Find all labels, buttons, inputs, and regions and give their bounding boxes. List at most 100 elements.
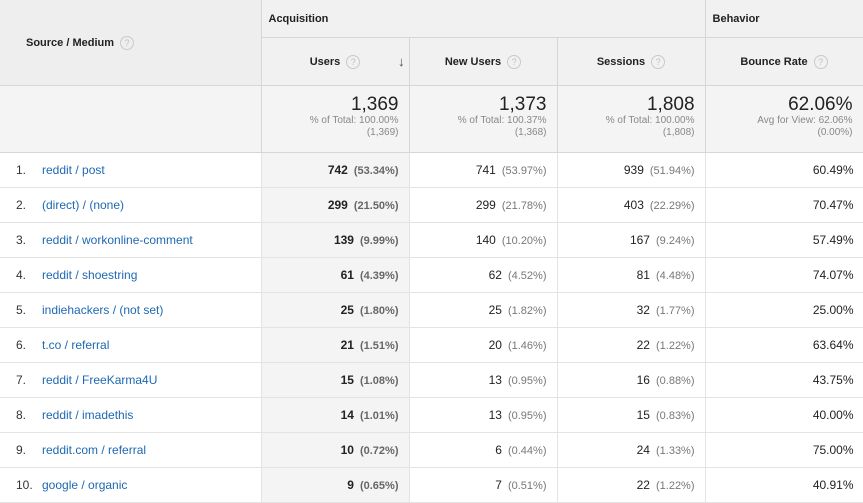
- users-percent: (1.51%): [359, 340, 399, 352]
- table-row: 6. t.co / referral 21 (1.51%) 20 (1.46%) 22 (1.…: [0, 327, 863, 363]
- sessions-value: 32: [636, 303, 650, 317]
- help-icon[interactable]: ?: [346, 54, 361, 69]
- new-users-value: 741: [475, 163, 496, 177]
- new-users-total-value: 1,373: [498, 94, 547, 115]
- new-users-value: 7: [495, 478, 502, 492]
- table-row: 8. reddit / imadethis 14 (1.01%) 13 (0.95%) 15…: [0, 397, 863, 433]
- source-medium-link[interactable]: reddit / FreeKarma4U: [42, 373, 157, 387]
- new-users-value: 62: [488, 268, 502, 282]
- source-medium-link[interactable]: t.co / referral: [42, 338, 109, 352]
- bounce-rate-column-header[interactable]: Bounce Rate?: [705, 37, 863, 86]
- new-users-cell: 741 (53.97%): [409, 152, 558, 188]
- source-medium-link[interactable]: (direct) / (none): [42, 198, 124, 212]
- source-medium-link[interactable]: reddit.com / referral: [42, 443, 146, 457]
- new-users-cell: 13 (0.95%): [409, 362, 558, 398]
- source-medium-cell: 9. reddit.com / referral: [0, 432, 262, 468]
- help-icon[interactable]: ?: [507, 54, 522, 69]
- users-value: 9: [347, 478, 354, 492]
- source-medium-link[interactable]: reddit / workonline-comment: [42, 233, 193, 247]
- users-value: 25: [340, 303, 354, 317]
- sessions-cell: 403 (22.29%): [557, 187, 706, 223]
- users-total: 1,369 % of Total: 100.00% (1,369): [261, 85, 410, 153]
- new-users-total-pct: % of Total: 100.37%: [457, 115, 547, 126]
- sessions-value: 16: [636, 373, 650, 387]
- users-total-pct: % of Total: 100.00%: [309, 115, 399, 126]
- sessions-value: 22: [636, 478, 650, 492]
- users-total-value: 1,369: [350, 94, 399, 115]
- help-icon[interactable]: ?: [651, 54, 666, 69]
- users-column-header[interactable]: Users? ↓: [261, 37, 410, 86]
- sessions-column-header[interactable]: Sessions?: [557, 37, 706, 86]
- sessions-cell: 16 (0.88%): [557, 362, 706, 398]
- sort-descending-icon[interactable]: ↓: [398, 54, 405, 69]
- behavior-group-header: Behavior: [705, 0, 863, 38]
- source-medium-link[interactable]: reddit / post: [42, 163, 105, 177]
- source-medium-cell: 7. reddit / FreeKarma4U: [0, 362, 262, 398]
- new-users-value: 13: [488, 373, 502, 387]
- sessions-value: 15: [636, 408, 650, 422]
- users-cell: 10 (0.72%): [261, 432, 410, 468]
- new-users-cell: 6 (0.44%): [409, 432, 558, 468]
- table-row: 3. reddit / workonline-comment 139 (9.99%) 1…: [0, 222, 863, 258]
- bounce-rate-cell: 74.07%: [705, 257, 863, 293]
- new-users-percent: (0.95%): [507, 410, 547, 422]
- users-percent: (0.65%): [359, 480, 399, 492]
- sessions-percent: (1.22%): [655, 480, 695, 492]
- new-users-value: 299: [475, 198, 496, 212]
- bounce-rate-label: Bounce Rate: [740, 55, 808, 68]
- users-cell: 61 (4.39%): [261, 257, 410, 293]
- help-icon[interactable]: ?: [813, 54, 828, 69]
- new-users-percent: (0.95%): [507, 375, 547, 387]
- sessions-percent: (0.88%): [655, 375, 695, 387]
- table-row: 7. reddit / FreeKarma4U 15 (1.08%) 13 (0.95%)…: [0, 362, 863, 398]
- users-value: 299: [327, 198, 348, 212]
- source-medium-link[interactable]: reddit / imadethis: [42, 408, 133, 422]
- users-percent: (1.08%): [359, 375, 399, 387]
- source-medium-label: Source / Medium: [26, 36, 115, 49]
- help-icon[interactable]: ?: [120, 35, 135, 50]
- analytics-table: Source / Medium? Acquisition Behavior Us…: [0, 0, 863, 503]
- new-users-value: 140: [475, 233, 496, 247]
- new-users-percent: (1.46%): [507, 340, 547, 352]
- source-medium-cell: 8. reddit / imadethis: [0, 397, 262, 433]
- sessions-percent: (4.48%): [655, 270, 695, 282]
- acquisition-group-header: Acquisition: [261, 0, 706, 38]
- users-percent: (9.99%): [359, 235, 399, 247]
- source-medium-cell: 3. reddit / workonline-comment: [0, 222, 262, 258]
- table-row: 9. reddit.com / referral 10 (0.72%) 6 (0.44%)…: [0, 432, 863, 468]
- row-index: 3.: [16, 233, 27, 247]
- new-users-value: 13: [488, 408, 502, 422]
- sessions-percent: (9.24%): [655, 235, 695, 247]
- users-percent: (53.34%): [353, 165, 399, 177]
- source-medium-link[interactable]: indiehackers / (not set): [42, 303, 163, 317]
- users-percent: (21.50%): [353, 200, 399, 212]
- sessions-value: 167: [629, 233, 650, 247]
- new-users-column-header[interactable]: New Users?: [409, 37, 558, 86]
- sessions-value: 403: [623, 198, 644, 212]
- users-value: 742: [327, 163, 348, 177]
- users-cell: 25 (1.80%): [261, 292, 410, 328]
- source-medium-cell: 1. reddit / post: [0, 152, 262, 188]
- bounce-rate-total: 62.06% Avg for View: 62.06% (0.00%): [705, 85, 863, 153]
- bounce-rate-total-avg: Avg for View: 62.06%: [757, 115, 853, 126]
- new-users-total-abs: (1,368): [514, 127, 547, 138]
- row-index: 1.: [16, 163, 27, 177]
- source-medium-link[interactable]: reddit / shoestring: [42, 268, 137, 282]
- source-medium-link[interactable]: google / organic: [42, 478, 127, 492]
- bounce-rate-cell: 25.00%: [705, 292, 863, 328]
- users-percent: (0.72%): [359, 445, 399, 457]
- new-users-cell: 13 (0.95%): [409, 397, 558, 433]
- bounce-rate-cell: 63.64%: [705, 327, 863, 363]
- sessions-cell: 32 (1.77%): [557, 292, 706, 328]
- source-medium-header[interactable]: Source / Medium?: [0, 0, 262, 86]
- sessions-value: 939: [623, 163, 644, 177]
- source-medium-cell: 6. t.co / referral: [0, 327, 262, 363]
- sessions-value: 81: [636, 268, 650, 282]
- bounce-rate-cell: 70.47%: [705, 187, 863, 223]
- sessions-total-pct: % of Total: 100.00%: [605, 115, 695, 126]
- new-users-cell: 299 (21.78%): [409, 187, 558, 223]
- users-value: 14: [340, 408, 354, 422]
- new-users-label: New Users: [444, 55, 502, 68]
- source-medium-cell: 10. google / organic: [0, 467, 262, 503]
- table-row: 5. indiehackers / (not set) 25 (1.80%) 25 (1.…: [0, 292, 863, 328]
